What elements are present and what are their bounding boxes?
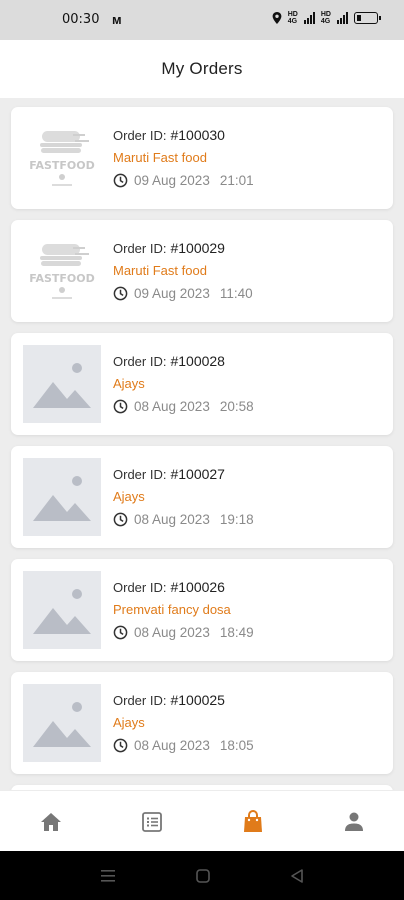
order-time-row: 09 Aug 2023 21:01 xyxy=(113,173,254,188)
order-info: Order ID: #100027 Ajays 08 Aug 2023 19:18 xyxy=(113,466,254,527)
order-card[interactable]: FASTFOOD Order ID: #100029 Maruti Fast fo… xyxy=(11,220,393,322)
restaurant-name: Ajays xyxy=(113,715,145,730)
order-info: Order ID: #100028 Ajays 08 Aug 2023 20:58 xyxy=(113,353,254,414)
location-icon xyxy=(272,12,282,24)
image-placeholder xyxy=(23,458,101,536)
order-time: 19:18 xyxy=(219,512,254,527)
order-time-row: 08 Aug 2023 19:18 xyxy=(113,512,254,527)
shopping-bag-icon xyxy=(243,809,262,832)
signal-icon xyxy=(303,12,315,24)
hd-icon: HD 4G xyxy=(287,11,298,25)
image-placeholder xyxy=(23,571,101,649)
order-time: 18:49 xyxy=(219,625,254,640)
clock-icon xyxy=(113,512,128,527)
restaurant-name: Ajays xyxy=(113,489,145,504)
order-date: 08 Aug 2023 xyxy=(134,625,210,640)
fast-food-logo: FASTFOOD xyxy=(29,244,95,299)
order-info: Order ID: #100029 Maruti Fast food 09 Aug… xyxy=(113,240,253,301)
logo-text: FASTFOOD xyxy=(29,159,95,172)
bottom-nav xyxy=(0,790,404,852)
order-id-row: Order ID: #100027 xyxy=(113,466,254,486)
clock-icon xyxy=(113,399,128,414)
restaurant-name: Premvati fancy dosa xyxy=(113,602,231,617)
order-date: 09 Aug 2023 xyxy=(134,286,210,301)
signal-icon xyxy=(337,12,348,24)
order-info: Order ID: #100030 Maruti Fast food 09 Aug… xyxy=(113,127,254,188)
order-time: 11:40 xyxy=(219,286,253,301)
system-nav-bar xyxy=(0,851,404,900)
order-id-label: Order ID: xyxy=(113,241,167,256)
order-id-label: Order ID: xyxy=(113,580,167,595)
restaurant-name: Maruti Fast food xyxy=(113,150,207,165)
order-time-row: 09 Aug 2023 11:40 xyxy=(113,286,253,301)
restaurant-name: Ajays xyxy=(113,376,145,391)
order-card[interactable]: FASTFOOD Order ID: #100030 Maruti Fast fo… xyxy=(11,107,393,209)
profile-icon xyxy=(344,812,363,831)
status-icons: HD 4G HD 4G xyxy=(272,11,381,25)
order-id: #100030 xyxy=(170,127,225,143)
order-id: #100029 xyxy=(170,240,225,256)
list-icon xyxy=(141,811,162,832)
image-placeholder-icon xyxy=(33,589,91,634)
image-placeholder-icon xyxy=(33,476,91,521)
menu-icon[interactable] xyxy=(100,869,116,883)
order-id-row: Order ID: #100025 xyxy=(113,692,254,712)
image-placeholder-icon xyxy=(33,702,91,747)
clock-icon xyxy=(113,738,128,753)
order-card[interactable]: Order ID: #100027 Ajays 08 Aug 2023 19:18 xyxy=(11,446,393,548)
order-date: 08 Aug 2023 xyxy=(134,738,210,753)
status-bar: 00:30 ᴍ HD 4G HD 4G xyxy=(0,0,404,40)
order-date: 08 Aug 2023 xyxy=(134,399,210,414)
order-id-label: Order ID: xyxy=(113,467,167,482)
clock-icon xyxy=(113,173,128,188)
order-id-label: Order ID: xyxy=(113,128,167,143)
status-time: 00:30 xyxy=(62,12,100,27)
nav-home[interactable] xyxy=(21,797,81,847)
order-info: Order ID: #100025 Ajays 08 Aug 2023 18:05 xyxy=(113,692,254,753)
order-card[interactable]: Order ID: #100028 Ajays 08 Aug 2023 20:58 xyxy=(11,333,393,435)
nav-orders-list[interactable] xyxy=(122,797,182,847)
order-time: 20:58 xyxy=(219,399,254,414)
battery-icon xyxy=(354,12,381,24)
order-time: 21:01 xyxy=(219,173,254,188)
order-time-row: 08 Aug 2023 20:58 xyxy=(113,399,254,414)
order-id-row: Order ID: #100028 xyxy=(113,353,254,373)
hd-icon: HD 4G xyxy=(320,11,331,25)
image-placeholder-icon xyxy=(33,363,91,408)
order-id: #100025 xyxy=(170,692,225,708)
order-time-row: 08 Aug 2023 18:49 xyxy=(113,625,254,640)
order-time-row: 08 Aug 2023 18:05 xyxy=(113,738,254,753)
nav-profile[interactable] xyxy=(324,797,384,847)
page-title: My Orders xyxy=(161,59,243,78)
orders-list[interactable]: FASTFOOD Order ID: #100030 Maruti Fast fo… xyxy=(0,98,404,790)
order-id: #100026 xyxy=(170,579,225,595)
logo-text: FASTFOOD xyxy=(29,272,95,285)
order-card[interactable]: Order ID: #100025 Ajays 08 Aug 2023 18:05 xyxy=(11,672,393,774)
order-id-row: Order ID: #100026 xyxy=(113,579,254,599)
clock-icon xyxy=(113,286,128,301)
clock-icon xyxy=(113,625,128,640)
image-placeholder xyxy=(23,345,101,423)
order-date: 09 Aug 2023 xyxy=(134,173,210,188)
nav-my-orders[interactable] xyxy=(223,797,283,847)
order-card[interactable]: Order ID: #100026 Premvati fancy dosa 08 … xyxy=(11,559,393,661)
restaurant-name: Maruti Fast food xyxy=(113,263,207,278)
home-icon xyxy=(40,812,61,831)
back-icon[interactable] xyxy=(290,868,304,884)
order-time: 18:05 xyxy=(219,738,254,753)
order-id-label: Order ID: xyxy=(113,693,167,708)
order-id: #100028 xyxy=(170,353,225,369)
fast-food-logo: FASTFOOD xyxy=(29,131,95,186)
m-icon: ᴍ xyxy=(112,12,122,27)
image-placeholder xyxy=(23,684,101,762)
order-id-label: Order ID: xyxy=(113,354,167,369)
app-bar: My Orders xyxy=(0,40,404,98)
order-id: #100027 xyxy=(170,466,225,482)
order-id-row: Order ID: #100029 xyxy=(113,240,253,260)
home-square-icon[interactable] xyxy=(195,868,211,884)
order-date: 08 Aug 2023 xyxy=(134,512,210,527)
order-id-row: Order ID: #100030 xyxy=(113,127,254,147)
order-info: Order ID: #100026 Premvati fancy dosa 08 … xyxy=(113,579,254,640)
